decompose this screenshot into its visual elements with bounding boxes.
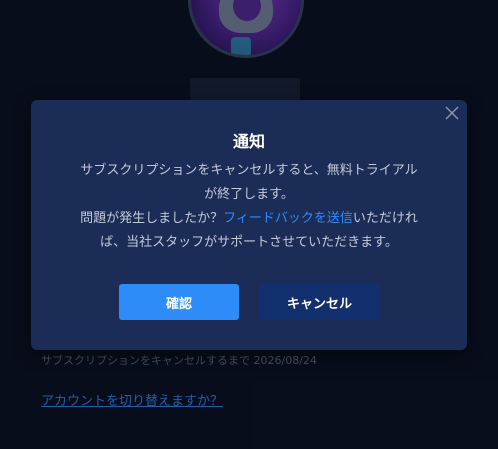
close-icon: [445, 106, 459, 120]
send-feedback-link[interactable]: フィードバックを送信: [223, 211, 353, 226]
dialog-title: 通知: [232, 132, 265, 151]
dialog-message-line: が終了します。: [204, 187, 294, 202]
dialog-message-line: サブスクリプションをキャンセルすると、無料トライアル: [80, 163, 418, 178]
dialog-message-text: 問題が発生しましたか？: [80, 211, 224, 226]
close-button[interactable]: [443, 104, 461, 122]
dialog-message: サブスクリプションをキャンセルすると、無料トライアル が終了します。 問題が発生…: [51, 159, 447, 255]
dialog-message-text: いただけれ: [352, 211, 418, 226]
cancel-button[interactable]: キャンセル: [259, 284, 380, 320]
notification-dialog: 通知 サブスクリプションをキャンセルすると、無料トライアル が終了します。 問題…: [31, 100, 467, 350]
dialog-message-line: 問題が発生しましたか？フィードバックを送信いただけれ: [51, 207, 447, 231]
dialog-message-line: ば、当社スタッフがサポートさせていただきます。: [100, 235, 398, 250]
confirm-button[interactable]: 確認: [119, 284, 239, 320]
